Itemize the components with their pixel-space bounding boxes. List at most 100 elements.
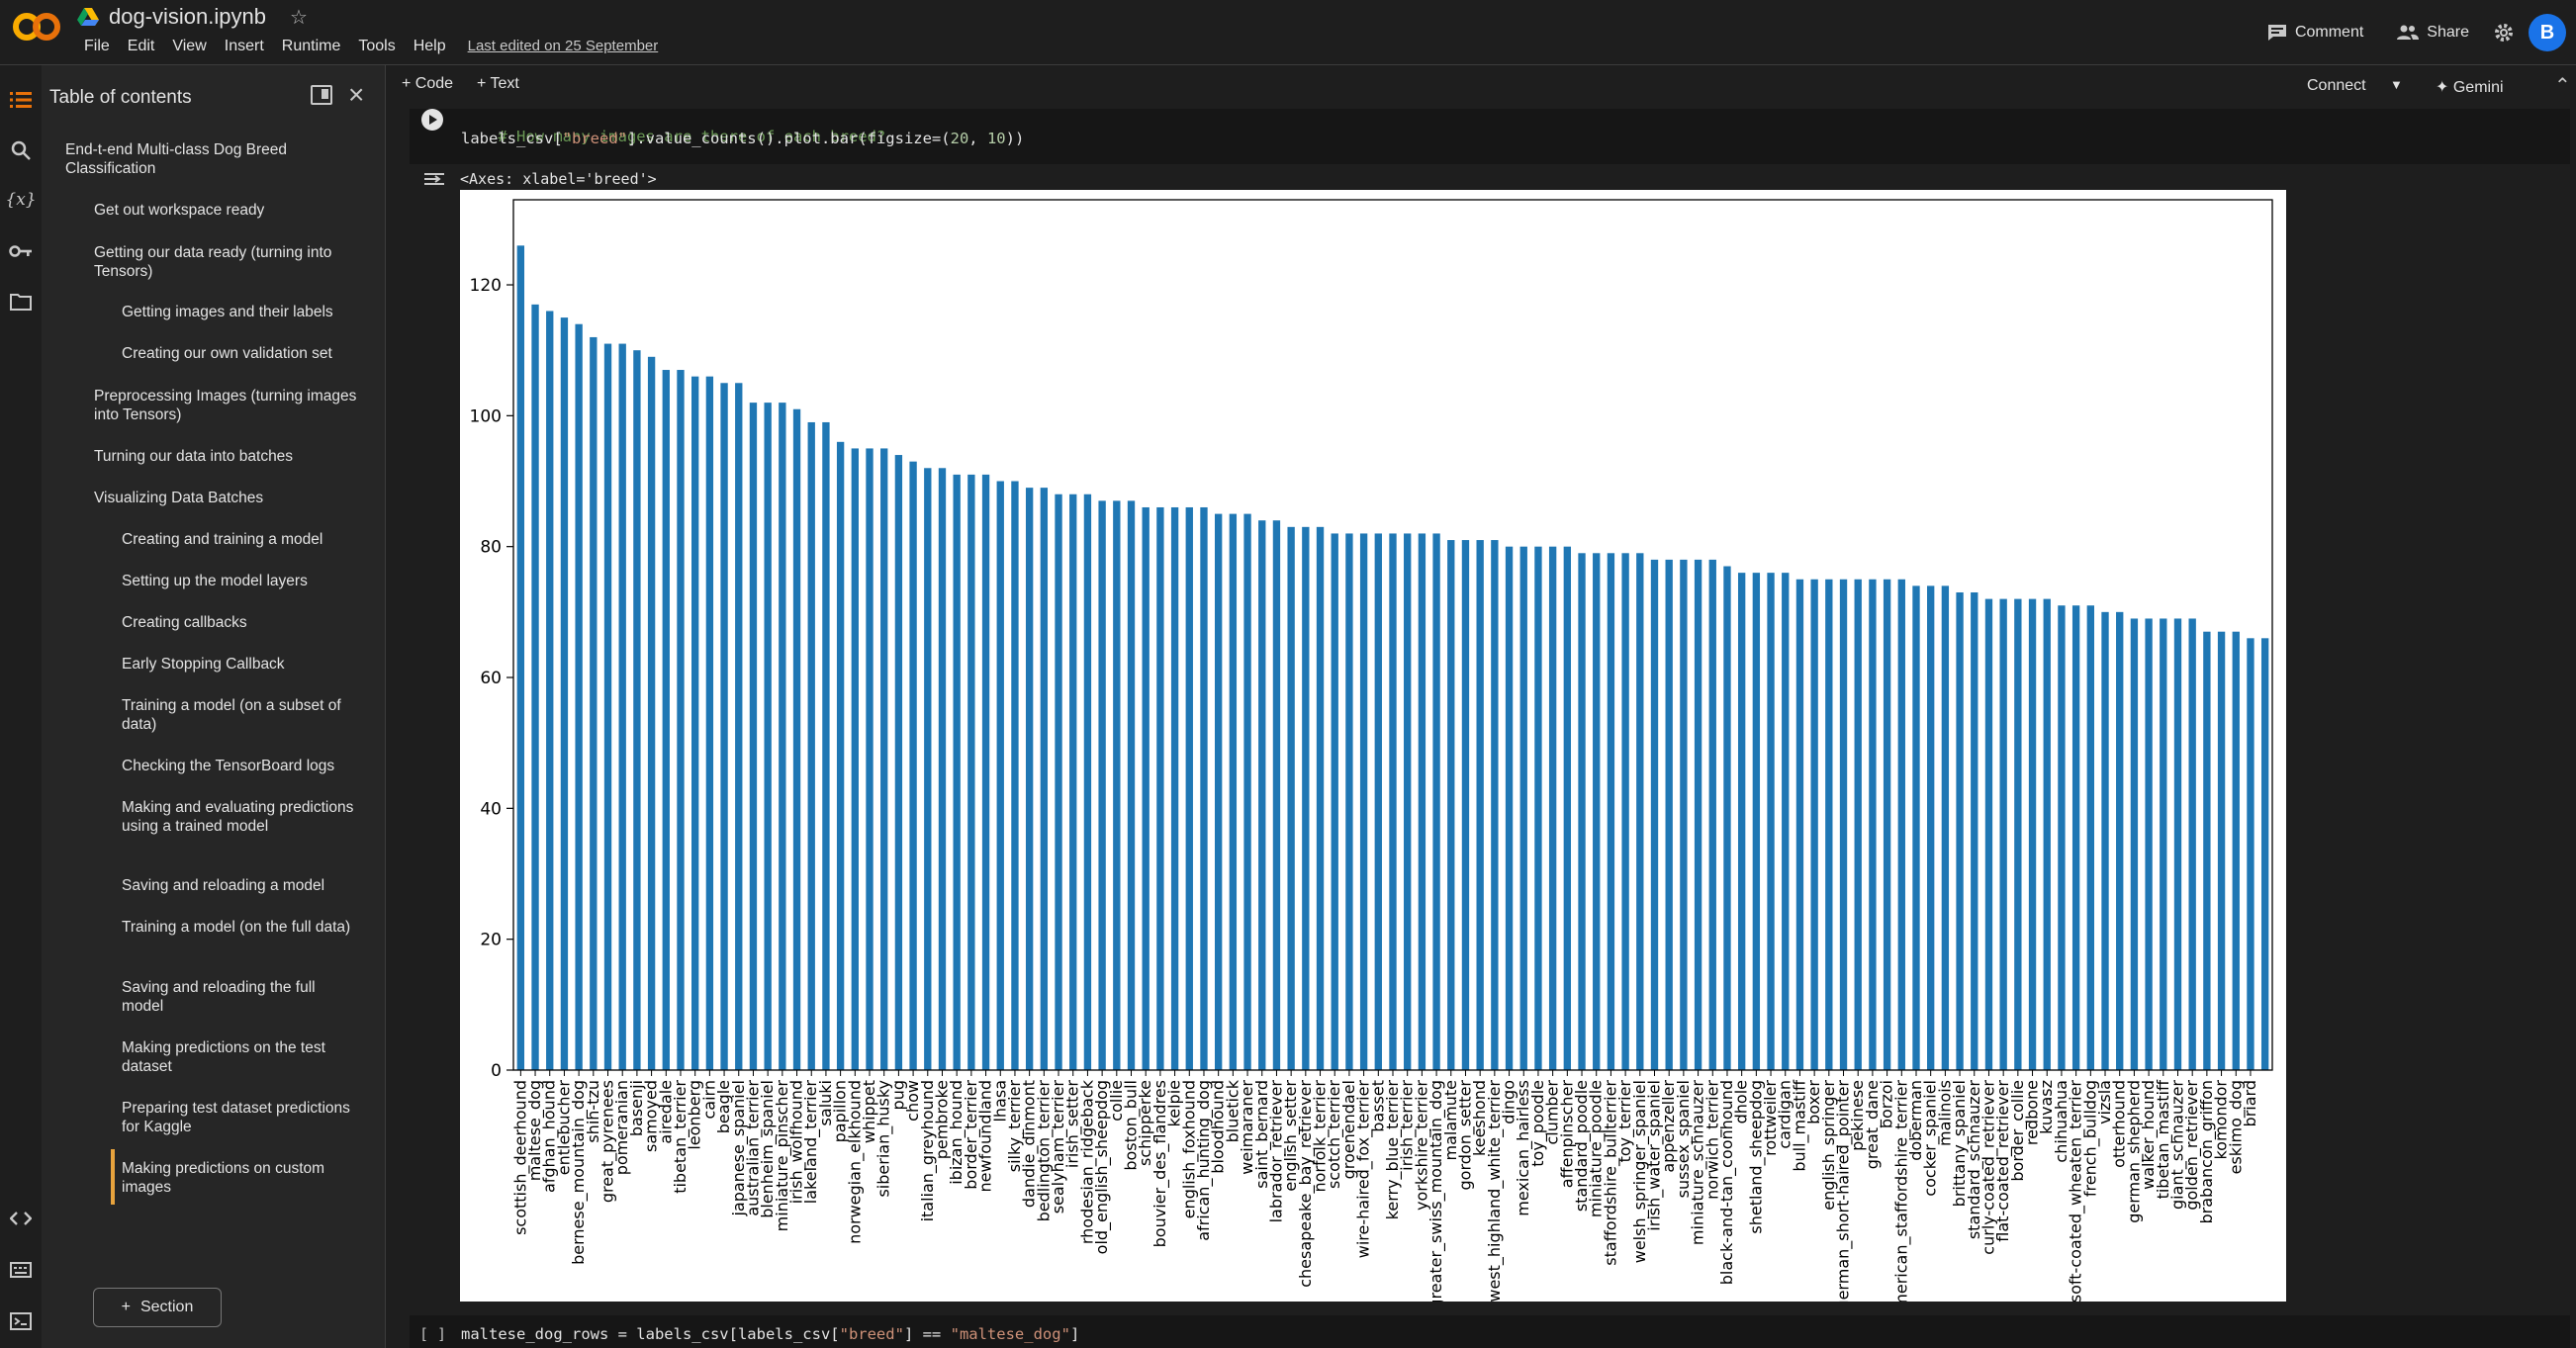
y-tick-label: 120 xyxy=(470,276,502,296)
code-string: "maltese_dog" xyxy=(950,1325,1070,1343)
code-string: "breed" xyxy=(562,130,627,147)
chart-bar xyxy=(1883,579,1891,1070)
notebook-toolbar: + Code + Text Connect ▼ ✦ Gemini ⌃ xyxy=(388,65,2576,109)
y-tick-label: 100 xyxy=(470,406,502,426)
files-folder-icon[interactable] xyxy=(8,289,34,315)
chart-bar xyxy=(1534,546,1542,1070)
chart-bar xyxy=(807,421,815,1070)
chevron-down-icon[interactable]: ▼ xyxy=(2390,77,2403,92)
chart-bar xyxy=(1142,506,1150,1070)
toc-item[interactable]: Saving and reloading a model xyxy=(122,876,359,895)
command-palette-icon[interactable] xyxy=(8,1257,34,1283)
chart-bar xyxy=(1113,500,1121,1070)
code-token: ].value_counts().plot.bar(figsize=( xyxy=(626,130,951,147)
code-cell[interactable]: # How many images are there of each bree… xyxy=(410,109,2570,164)
variables-icon[interactable]: {x} xyxy=(5,187,36,213)
cell-run-bracket[interactable]: [ ] xyxy=(419,1325,446,1343)
bar-chart-svg: 020406080100120scottish_deerhoundmaltese… xyxy=(470,199,2273,1302)
last-edited-link[interactable]: Last edited on 25 September xyxy=(459,38,668,55)
chevron-up-icon[interactable]: ⌃ xyxy=(2554,73,2571,98)
toc-item[interactable]: Creating callbacks xyxy=(122,613,359,632)
chart-bar xyxy=(2145,618,2153,1070)
chart-bar xyxy=(822,421,830,1070)
chart-bar xyxy=(2232,631,2240,1070)
colab-logo[interactable] xyxy=(12,10,61,44)
toc-item[interactable]: Turning our data into batches xyxy=(94,447,361,466)
search-icon[interactable] xyxy=(8,137,34,163)
toc-item[interactable]: End-t-end Multi-class Dog Breed Classifi… xyxy=(65,140,362,178)
chart-bar xyxy=(575,323,583,1070)
code-cell[interactable]: [ ] maltese_dog_rows = labels_csv[labels… xyxy=(410,1315,2570,1348)
run-cell-icon[interactable] xyxy=(421,109,443,131)
close-icon[interactable]: × xyxy=(348,79,364,111)
menubar: File Edit View Insert Runtime Tools Help… xyxy=(75,38,667,55)
chart-bar xyxy=(1359,533,1368,1070)
toc-item[interactable]: Visualizing Data Batches xyxy=(94,489,361,507)
toc-item[interactable]: Checking the TensorBoard logs xyxy=(122,757,359,775)
settings-gear-icon[interactable] xyxy=(2493,22,2515,44)
code-snippets-icon[interactable] xyxy=(8,1206,34,1231)
chart-bar xyxy=(2188,618,2196,1070)
chart-bar xyxy=(792,408,801,1070)
y-tick-label: 60 xyxy=(480,669,502,688)
chart-bar xyxy=(1214,513,1223,1070)
chart-bar xyxy=(2086,605,2094,1070)
toc-item[interactable]: Getting images and their labels xyxy=(122,303,359,321)
toc-item[interactable]: Getting our data ready (turning into Ten… xyxy=(94,243,361,281)
toc-item[interactable]: Get out workspace ready xyxy=(94,201,361,220)
open-in-tab-icon[interactable] xyxy=(311,85,332,105)
menu-insert[interactable]: Insert xyxy=(216,38,273,55)
toc-item[interactable]: Training a model (on the full data) xyxy=(122,918,359,937)
y-tick-label: 0 xyxy=(491,1061,502,1081)
chart-bar xyxy=(1025,488,1034,1070)
output-toggle-icon[interactable] xyxy=(423,170,445,192)
toc-item[interactable]: Early Stopping Callback xyxy=(122,655,359,674)
chart-bar xyxy=(1127,500,1136,1070)
chart-bar xyxy=(603,343,612,1070)
table-of-contents-icon[interactable] xyxy=(8,87,34,113)
menu-view[interactable]: View xyxy=(163,38,215,55)
menu-runtime[interactable]: Runtime xyxy=(273,38,350,55)
notebook-title[interactable]: dog-vision.ipynb xyxy=(109,4,266,30)
chart-bar xyxy=(1229,513,1238,1070)
chart-bar xyxy=(2217,631,2226,1070)
chart-bar xyxy=(836,441,845,1070)
chart-bar xyxy=(647,356,656,1070)
user-avatar[interactable]: B xyxy=(2529,14,2566,51)
secrets-key-icon[interactable] xyxy=(8,238,34,264)
share-button[interactable]: Share xyxy=(2387,20,2479,45)
toc-item[interactable]: Setting up the model layers xyxy=(122,572,359,590)
toc-item[interactable]: Creating and training a model xyxy=(122,530,359,549)
toc-item[interactable]: Creating our own validation set xyxy=(122,344,359,363)
menu-file[interactable]: File xyxy=(75,38,119,55)
toc-item[interactable]: Training a model (on a subset of data) xyxy=(122,696,359,734)
chart-bar xyxy=(2160,618,2167,1070)
toc-item[interactable]: Making predictions on the test dataset xyxy=(122,1038,359,1076)
chart-bar xyxy=(1869,579,1877,1070)
connect-button[interactable]: Connect xyxy=(2307,77,2366,95)
chart-bar xyxy=(1737,573,1746,1070)
star-icon[interactable]: ☆ xyxy=(290,5,308,30)
comment-button[interactable]: Comment xyxy=(2257,20,2373,45)
add-code-button[interactable]: + Code xyxy=(402,75,453,93)
toc-item[interactable]: Saving and reloading the full model xyxy=(122,978,359,1016)
menu-tools[interactable]: Tools xyxy=(349,38,404,55)
menu-help[interactable]: Help xyxy=(405,38,455,55)
toc-item[interactable]: Making and evaluating predictions using … xyxy=(122,798,359,836)
toc-item-active[interactable]: Making predictions on custom images xyxy=(122,1159,359,1197)
terminal-icon[interactable] xyxy=(8,1308,34,1334)
toc-item[interactable]: Preparing test dataset predictions for K… xyxy=(122,1099,359,1136)
y-tick-label: 20 xyxy=(480,931,502,950)
chart-bar xyxy=(749,403,758,1070)
chart-bar xyxy=(967,474,975,1070)
add-section-button[interactable]: + Section xyxy=(93,1288,222,1327)
menu-edit[interactable]: Edit xyxy=(119,38,164,55)
chart-bar xyxy=(1607,553,1615,1070)
add-text-button[interactable]: + Text xyxy=(477,75,519,93)
chart-bar xyxy=(1795,579,1804,1070)
toc-item[interactable]: Preprocessing Images (turning images int… xyxy=(94,387,361,424)
chart-bar xyxy=(2130,618,2139,1070)
chart-bar xyxy=(1767,573,1775,1070)
gemini-button[interactable]: ✦ Gemini xyxy=(2436,77,2504,97)
code-token: maltese_dog_rows = labels_csv[labels_csv… xyxy=(461,1325,840,1343)
